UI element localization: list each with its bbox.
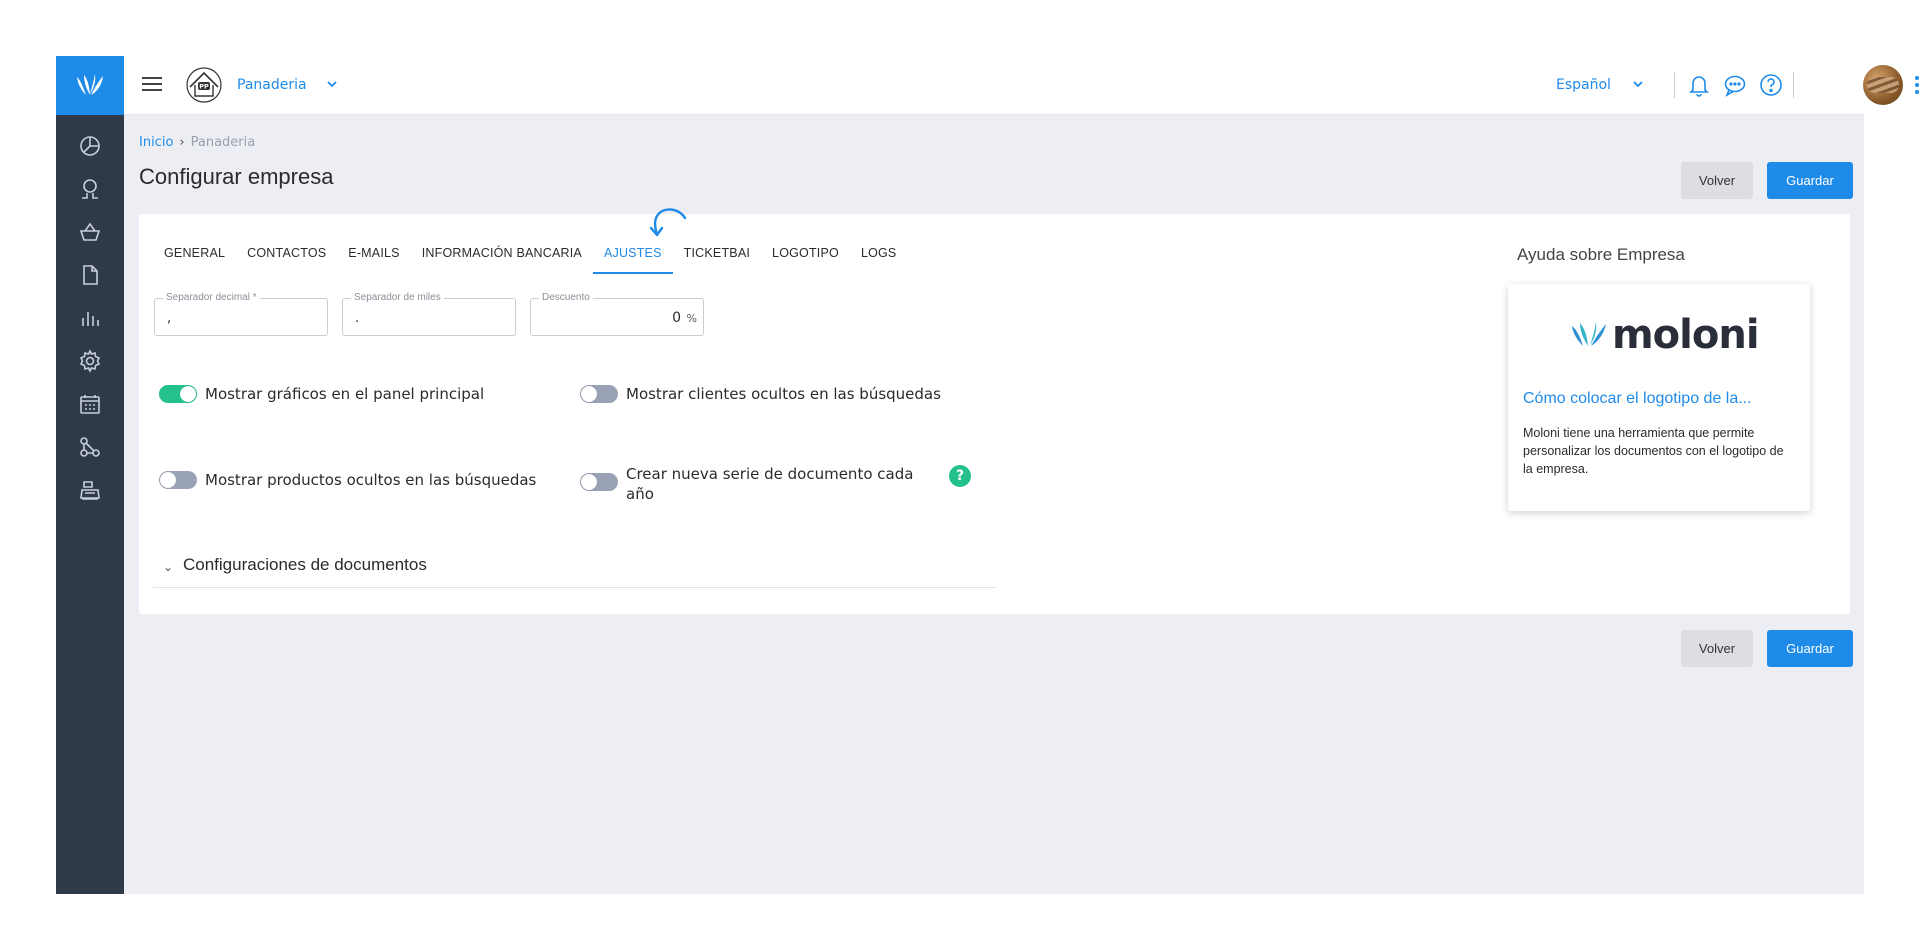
toggle-switch[interactable]: [580, 473, 618, 491]
more-vertical-icon[interactable]: [1911, 73, 1920, 99]
toggle-label: Crear nueva serie de documento cada año: [626, 464, 913, 504]
breadcrumb: Inicio › Panaderia: [139, 135, 255, 150]
section-title: Configuraciones de documentos: [183, 555, 427, 574]
sidebar-item-pos[interactable]: [56, 468, 124, 511]
top-bar: PP Panaderia Español: [124, 56, 1919, 115]
breadcrumb-current: Panaderia: [190, 135, 256, 150]
curved-arrow-icon: [649, 208, 687, 237]
divider: [1793, 72, 1794, 98]
help-tooltip-icon[interactable]: ?: [949, 465, 971, 487]
toggle-switch[interactable]: [159, 471, 197, 489]
tab-general[interactable]: GENERAL: [153, 238, 236, 274]
help-article-text: Moloni tiene una herramienta que permite…: [1523, 426, 1784, 476]
svg-text:PP: PP: [199, 83, 209, 91]
dashboard-icon: [80, 135, 100, 156]
sidebar-item-calendar[interactable]: [56, 382, 124, 425]
company-logo[interactable]: PP: [184, 65, 224, 105]
app-frame: PP Panaderia Español Inicio › Panaderia Co…: [56, 56, 1919, 894]
sidebar-item-reports[interactable]: [56, 296, 124, 339]
toggle-show-hidden-clients: Mostrar clientes ocultos en las búsqueda…: [580, 384, 941, 404]
breadcrumb-separator: ›: [179, 135, 185, 150]
tab-logs[interactable]: LOGS: [850, 238, 908, 274]
help-article-link[interactable]: Cómo colocar el logotipo de la...: [1523, 390, 1801, 408]
avatar[interactable]: [1863, 65, 1903, 105]
sidebar-item-dashboard[interactable]: [56, 124, 124, 167]
sidebar-item-settings[interactable]: [56, 339, 124, 382]
tab-informacion-bancaria[interactable]: INFORMACIÓN BANCARIA: [411, 238, 593, 274]
percent-suffix: %: [686, 312, 697, 325]
sidebar: [56, 56, 124, 894]
settings-card: GENERAL CONTACTOS E-MAILS INFORMACIÓN BA…: [139, 208, 1850, 614]
toggle-switch[interactable]: [159, 385, 197, 403]
logo-wordmark: moloni: [1612, 312, 1760, 358]
sidebar-item-documents[interactable]: [56, 253, 124, 296]
sidebar-item-integrations[interactable]: [56, 425, 124, 468]
reports-icon: [82, 311, 99, 326]
save-button[interactable]: Guardar: [1767, 162, 1853, 199]
company-selector[interactable]: Panaderia: [237, 77, 307, 93]
sidebar-item-sales[interactable]: [56, 210, 124, 253]
chat-icon[interactable]: [1722, 72, 1748, 98]
toggle-label: Mostrar gráficos en el panel principal: [205, 385, 485, 403]
tab-emails[interactable]: E-MAILS: [337, 238, 410, 274]
moloni-leaf-icon: [1572, 322, 1606, 346]
field-label: Descuento: [539, 292, 593, 303]
back-button-bottom[interactable]: Volver: [1681, 630, 1753, 667]
field-label: Separador decimal *: [163, 292, 260, 303]
pos-icon: [80, 480, 100, 500]
moloni-logo: moloni: [1570, 312, 1760, 358]
chevron-down-icon: ⌄: [163, 560, 174, 574]
toggle-switch[interactable]: [580, 385, 618, 403]
field-value: 0: [672, 310, 681, 326]
back-button[interactable]: Volver: [1681, 162, 1753, 199]
field-label: Separador de miles: [351, 292, 444, 303]
sidebar-item-customers[interactable]: [56, 167, 124, 210]
thousands-separator-field[interactable]: Separador de miles .: [342, 292, 516, 336]
shop-basket-icon: [79, 222, 101, 241]
decimal-separator-field[interactable]: Separador decimal * ,: [154, 292, 328, 336]
toggle-label-line2: año: [626, 485, 654, 503]
notifications-bell-icon[interactable]: [1686, 72, 1712, 98]
toggle-label: Mostrar clientes ocultos en las búsqueda…: [626, 385, 941, 403]
help-title: Ayuda sobre Empresa: [1517, 245, 1685, 264]
tab-bar: GENERAL CONTACTOS E-MAILS INFORMACIÓN BA…: [153, 238, 907, 274]
save-button-bottom[interactable]: Guardar: [1767, 630, 1853, 667]
page-title: Configurar empresa: [139, 164, 334, 189]
settings-icon: [79, 348, 101, 373]
breadcrumb-home[interactable]: Inicio: [139, 135, 173, 150]
toggle-new-series-yearly: Crear nueva serie de documento cada año: [580, 464, 913, 504]
field-value: ,: [167, 311, 172, 326]
chevron-down-icon[interactable]: [322, 74, 342, 94]
divider: [1674, 72, 1675, 98]
document-settings-section[interactable]: ⌄ Configuraciones de documentos: [153, 554, 996, 588]
integrations-icon: [80, 436, 100, 457]
toggle-show-hidden-products: Mostrar productos ocultos en las búsqued…: [159, 470, 536, 490]
toggle-label-line1: Crear nueva serie de documento cada: [626, 465, 914, 483]
moloni-leaf-icon: [77, 73, 103, 95]
brand-logo[interactable]: [56, 56, 124, 115]
field-value: .: [355, 311, 360, 326]
menu-icon[interactable]: [140, 73, 164, 97]
toggle-label: Mostrar productos ocultos en las búsqued…: [205, 471, 537, 489]
document-icon: [83, 264, 98, 285]
chevron-down-icon[interactable]: [1628, 74, 1648, 94]
help-icon[interactable]: [1758, 72, 1784, 98]
toggle-show-charts: Mostrar gráficos en el panel principal: [159, 384, 484, 404]
tab-contactos[interactable]: CONTACTOS: [236, 238, 337, 274]
language-selector[interactable]: Español: [1556, 77, 1611, 93]
tab-logotipo[interactable]: LOGOTIPO: [761, 238, 850, 274]
customers-icon: [82, 178, 98, 199]
help-article-card[interactable]: moloni Cómo colocar el logotipo de la...…: [1508, 284, 1810, 511]
calendar-icon: [80, 394, 100, 414]
discount-field[interactable]: Descuento 0 %: [530, 292, 704, 336]
